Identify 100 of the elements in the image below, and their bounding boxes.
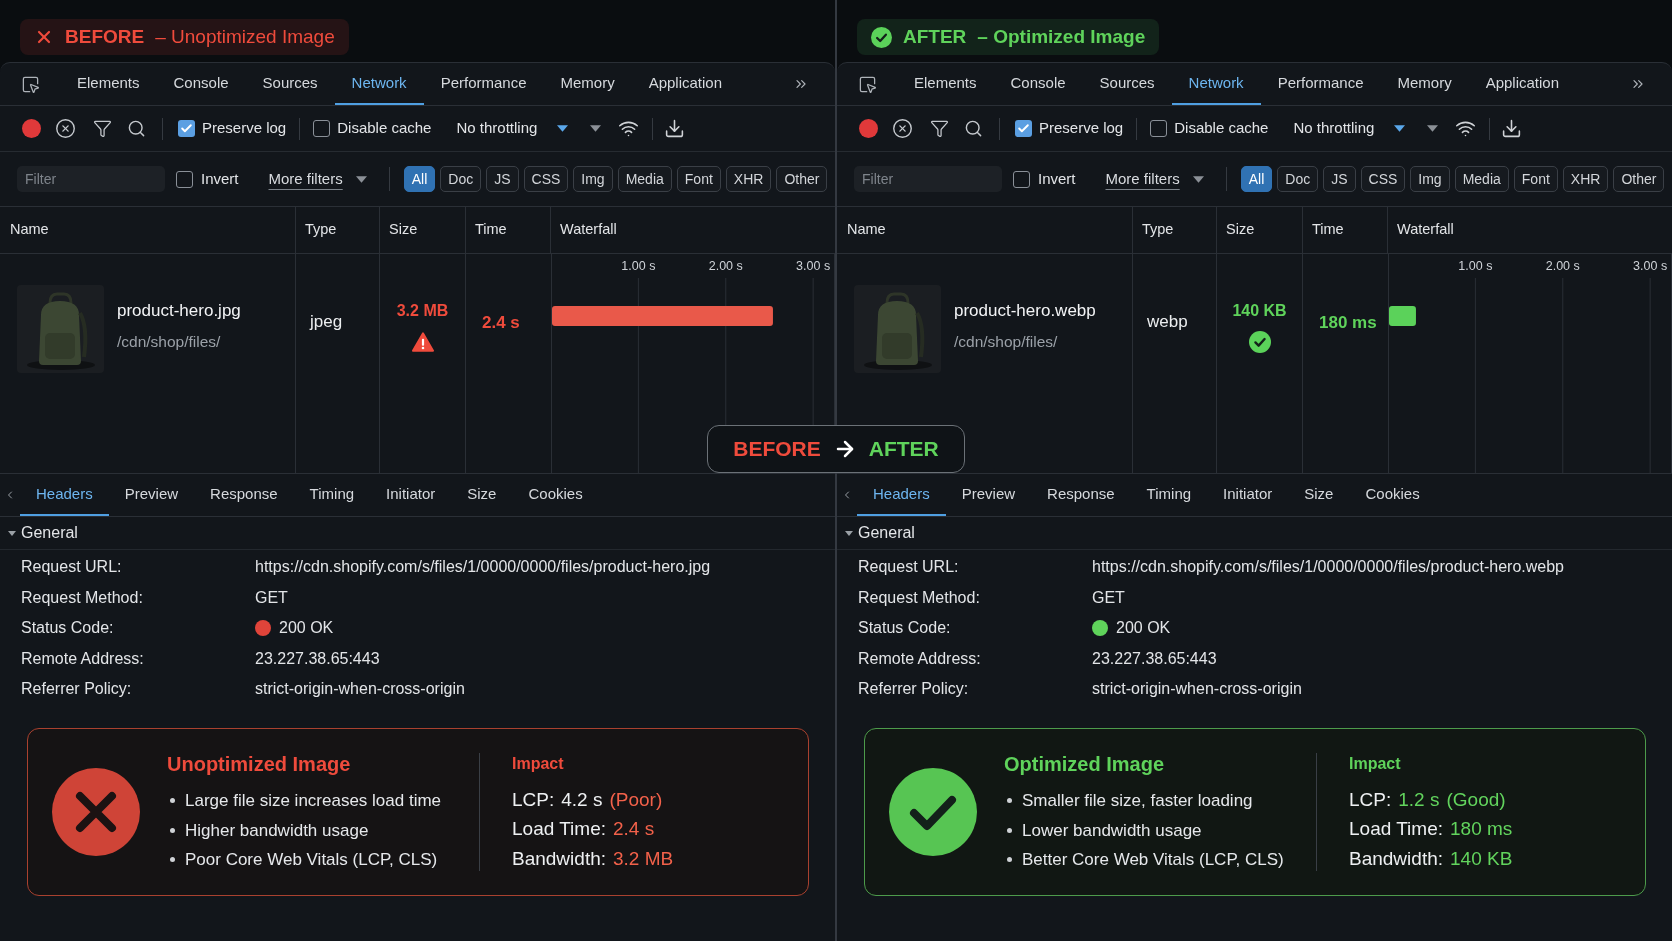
file-size: 140 KB <box>1232 301 1287 321</box>
devtools-tab[interactable]: Elements <box>60 63 157 105</box>
file-type: jpeg <box>310 312 343 331</box>
download-icon[interactable] <box>664 118 686 139</box>
filter-input[interactable]: Filter <box>17 166 165 192</box>
detail-tab[interactable]: Cookies <box>512 474 599 516</box>
checkbox[interactable] <box>176 170 193 188</box>
detail-tab[interactable]: Initiator <box>370 474 452 516</box>
section-title[interactable]: General <box>858 521 915 545</box>
bullet-icon <box>170 827 175 833</box>
more-filters-dropdown[interactable]: More filters <box>1105 167 1204 191</box>
detail-tab[interactable]: Preview <box>108 474 195 516</box>
type-filter-chip[interactable]: CSS <box>523 166 569 192</box>
type-filter-chip[interactable]: Font <box>1513 166 1558 192</box>
load-time: 180 ms <box>1319 313 1377 332</box>
checkbox[interactable] <box>1013 170 1030 188</box>
metric-label: Bandwidth: <box>1349 846 1443 871</box>
type-filter-chip[interactable]: Doc <box>440 166 482 192</box>
detail-tab[interactable]: Timing <box>1130 474 1208 516</box>
devtools-tab[interactable]: Elements <box>897 63 994 105</box>
caret-down-icon[interactable] <box>8 529 16 537</box>
detail-tab[interactable]: Response <box>1031 474 1131 516</box>
record-button[interactable] <box>22 119 41 138</box>
type-filter-chip[interactable]: JS <box>1323 166 1356 192</box>
type-filter-chip[interactable]: XHR <box>1562 166 1609 192</box>
checkbox[interactable] <box>178 120 195 137</box>
clear-icon[interactable] <box>55 118 76 139</box>
file-name[interactable]: product-hero.jpg <box>117 301 241 321</box>
devtools-tab[interactable]: Application <box>631 63 740 105</box>
detail-tab[interactable]: Initiator <box>1207 474 1289 516</box>
summary-point: Smaller file size, faster loading <box>1022 790 1253 812</box>
type-filter-chip[interactable]: All <box>403 166 436 192</box>
checkbox[interactable] <box>1150 120 1168 137</box>
type-filter-chip[interactable]: Media <box>617 166 672 192</box>
caret-down-icon[interactable] <box>845 529 853 537</box>
type-filter-chip[interactable]: Doc <box>1277 166 1319 192</box>
type-filter-chip[interactable]: Img <box>573 166 613 192</box>
type-filter-chip[interactable]: JS <box>486 166 519 192</box>
column-header[interactable]: Waterfall <box>551 207 835 253</box>
inspect-icon[interactable] <box>857 74 877 94</box>
devtools-tab[interactable]: Console <box>993 63 1083 105</box>
devtools-tab[interactable]: Performance <box>1260 63 1381 105</box>
record-button[interactable] <box>859 119 878 138</box>
checkbox-label: Disable cache <box>337 118 432 139</box>
field-value: https://cdn.shopify.com/s/files/1/0000/0000/files/product-hero.jpg <box>255 557 711 578</box>
devtools-tab[interactable]: Sources <box>245 63 335 105</box>
more-filters-dropdown[interactable]: More filters <box>268 167 367 191</box>
devtools-tab[interactable]: Network <box>1171 63 1261 105</box>
file-name[interactable]: product-hero.webp <box>954 301 1096 321</box>
section-title[interactable]: General <box>21 521 78 545</box>
detail-tab[interactable]: Cookies <box>1349 474 1436 516</box>
detail-tab[interactable]: Preview <box>945 474 1032 516</box>
devtools-tab[interactable]: Sources <box>1082 63 1172 105</box>
inspect-icon[interactable] <box>20 74 40 94</box>
column-header[interactable]: Time <box>466 207 551 253</box>
clear-icon[interactable] <box>892 118 913 139</box>
checkbox-label: Invert <box>1038 168 1076 189</box>
column-header[interactable]: Type <box>1133 207 1217 253</box>
type-filter-chip[interactable]: Other <box>776 166 828 192</box>
devtools-tab[interactable]: Console <box>156 63 246 105</box>
filter-icon[interactable] <box>930 119 949 138</box>
metric-rating: (Poor) <box>609 787 663 812</box>
devtools-tab[interactable]: Network <box>334 63 424 105</box>
column-header[interactable]: Name <box>0 207 296 253</box>
checkbox[interactable] <box>313 120 331 137</box>
devtools-tab[interactable]: Memory <box>1380 63 1469 105</box>
column-header[interactable]: Size <box>380 207 466 253</box>
type-filter-chip[interactable]: Img <box>1410 166 1450 192</box>
type-filter-chip[interactable]: Font <box>676 166 721 192</box>
type-filter-chip[interactable]: Other <box>1613 166 1665 192</box>
detail-tab[interactable]: Timing <box>293 474 371 516</box>
throttling-dropdown[interactable]: No throttling <box>1293 117 1406 140</box>
devtools-tab[interactable]: Performance <box>423 63 544 105</box>
column-header[interactable]: Waterfall <box>1388 207 1672 253</box>
caret-down-icon <box>1427 125 1439 132</box>
column-header[interactable]: Type <box>296 207 380 253</box>
field-label: Referrer Policy: <box>21 679 132 700</box>
throttling-dropdown[interactable]: No throttling <box>456 117 569 140</box>
detail-tab[interactable]: Response <box>194 474 294 516</box>
devtools-tab[interactable]: Application <box>1468 63 1577 105</box>
tick-label: 2.00 s <box>708 258 743 273</box>
type-filter-chip[interactable]: All <box>1240 166 1273 192</box>
column-header[interactable]: Name <box>837 207 1133 253</box>
column-header[interactable]: Size <box>1217 207 1303 253</box>
column-header[interactable]: Time <box>1303 207 1388 253</box>
filter-icon[interactable] <box>93 119 112 138</box>
checkbox[interactable] <box>1015 120 1032 137</box>
type-filter-chip[interactable]: Media <box>1454 166 1509 192</box>
filter-input[interactable]: Filter <box>854 166 1002 192</box>
download-icon[interactable] <box>1501 118 1523 139</box>
check-icon <box>1017 122 1030 135</box>
detail-tab[interactable]: Size <box>451 474 513 516</box>
search-icon[interactable] <box>127 119 146 138</box>
type-filter-chip[interactable]: XHR <box>725 166 772 192</box>
search-icon[interactable] <box>964 119 983 138</box>
devtools-tab[interactable]: Memory <box>543 63 632 105</box>
detail-tab[interactable]: Size <box>1288 474 1350 516</box>
field-value: strict-origin-when-cross-origin <box>1092 679 1302 700</box>
type-filter-chip[interactable]: CSS <box>1360 166 1406 192</box>
detail-tab[interactable]: Headers <box>20 474 109 516</box>
